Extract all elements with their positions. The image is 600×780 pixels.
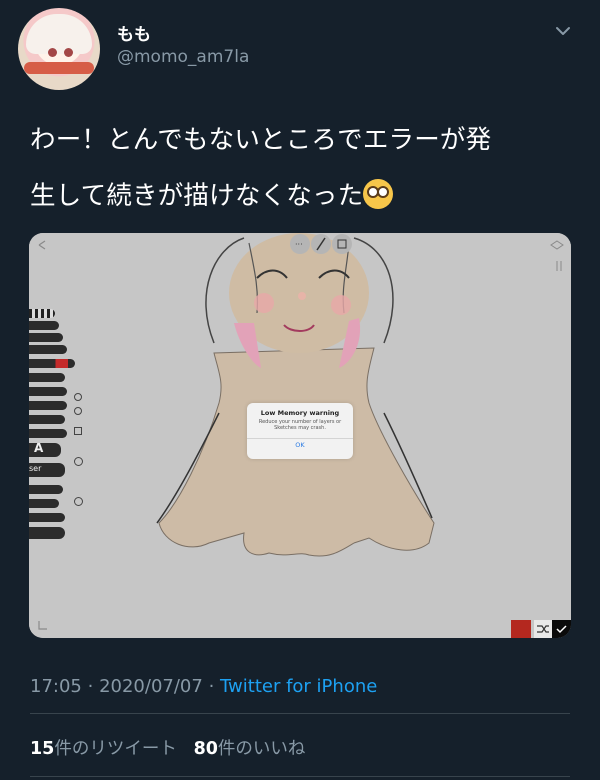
low-memory-alert: Low Memory warning Reduce your number of… — [247, 403, 353, 459]
retweet-count[interactable]: 15 — [30, 739, 54, 759]
divider — [30, 713, 570, 714]
brush-tool[interactable] — [29, 429, 67, 438]
brush-tool[interactable] — [29, 415, 65, 424]
shuffle-icon[interactable] — [534, 620, 552, 638]
brush-tool[interactable] — [29, 387, 67, 396]
brush-tool[interactable] — [29, 527, 65, 539]
brush-tool[interactable] — [29, 321, 59, 330]
tweet-meta: 17:05 · 2020/07/07 · Twitter for iPhone — [30, 676, 377, 697]
user-handle[interactable]: @momo_am7la — [117, 47, 249, 67]
flushed-face-emoji-icon — [363, 179, 394, 209]
help-icon[interactable] — [74, 497, 83, 506]
tweet-time[interactable]: 17:05 — [30, 676, 82, 697]
alert-ok-button[interactable]: OK — [247, 441, 353, 449]
tweet-source-link[interactable]: Twitter for iPhone — [220, 676, 377, 697]
alert-message: Reduce your number of layers or Sketches… — [258, 419, 342, 432]
brush-tool[interactable] — [29, 373, 65, 382]
brush-tool-active[interactable] — [29, 359, 75, 368]
alert-title: Low Memory warning — [260, 409, 340, 417]
tweet-date[interactable]: 2020/07/07 — [99, 676, 203, 697]
meta-separator: · — [208, 676, 215, 697]
avatar-headphones — [24, 62, 94, 74]
like-label[interactable]: 件のいいね — [218, 739, 306, 759]
tweet-text-part: 生して続きが描けなくなった — [30, 181, 364, 211]
brush-tool[interactable] — [29, 309, 55, 318]
divider — [30, 776, 570, 777]
avatar[interactable] — [18, 8, 100, 90]
text-tool-label: A — [34, 441, 44, 455]
alert-divider — [247, 438, 353, 439]
meta-separator: · — [87, 676, 94, 697]
display-name[interactable]: もも — [117, 20, 151, 45]
brush-tool[interactable] — [29, 401, 67, 410]
shape-circle[interactable] — [74, 457, 83, 466]
brush-tool[interactable] — [29, 333, 63, 342]
tweet-text-line: わー！とんでもないところでエラーが発 — [30, 125, 492, 155]
chevron-down-icon[interactable] — [554, 22, 572, 40]
brush-toolbar: A ser — [29, 303, 89, 563]
shape-square[interactable] — [74, 427, 82, 435]
tweet-text: わー！とんでもないところでエラーが発 生して続きが描けなくなった — [30, 112, 570, 224]
avatar-hair — [26, 14, 92, 54]
brush-tool[interactable] — [29, 345, 67, 354]
retweet-label[interactable]: 件のリツイート — [54, 739, 177, 759]
size-dot[interactable] — [74, 407, 82, 415]
tweet-stats: 15件のリツイート 80件のいいね — [30, 735, 305, 760]
brush-tool[interactable] — [29, 513, 65, 522]
avatar-eye — [64, 48, 73, 57]
tweet-media-image[interactable]: ··· A ser Low Memory warning Reduce your… — [29, 233, 571, 638]
opacity-dot[interactable] — [74, 393, 82, 401]
svg-text:···: ··· — [295, 240, 303, 249]
color-swatch[interactable] — [511, 620, 531, 638]
tweet-text-line: 生して続きが描けなくなった — [30, 168, 570, 224]
checkmark-icon[interactable] — [552, 620, 571, 638]
tweet-header: もも @momo_am7la — [0, 0, 600, 90]
like-count[interactable]: 80 — [194, 739, 218, 759]
avatar-eye — [48, 48, 57, 57]
eraser-tool-label: ser — [29, 464, 42, 473]
brush-tool[interactable] — [29, 485, 63, 494]
brush-tool[interactable] — [29, 499, 59, 508]
